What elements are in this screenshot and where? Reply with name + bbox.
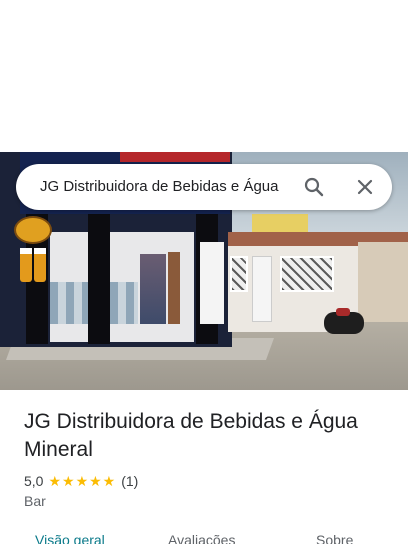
rating-value: 5,0 (24, 473, 44, 489)
tab-reviews[interactable]: Avaliações (168, 532, 235, 544)
rating-row[interactable]: 5,0 ★★★★★ (1) (24, 472, 138, 490)
star-rating-icon: ★★★★★ (48, 472, 117, 489)
review-count[interactable]: (1) (121, 473, 138, 489)
blank-top-area (0, 0, 408, 152)
beer-glass-icon (34, 248, 46, 282)
beer-glass-icon (20, 248, 32, 282)
logo-sign (14, 216, 52, 244)
close-icon[interactable] (353, 175, 377, 199)
place-title: JG Distribuidora de Bebidas e Água Miner… (24, 410, 358, 461)
tab-about[interactable]: Sobre (316, 532, 353, 544)
search-icon[interactable] (302, 175, 326, 199)
tab-bar: Visão geral Avaliações Sobre (0, 532, 408, 544)
tab-overview[interactable]: Visão geral (35, 532, 105, 544)
search-bar[interactable]: JG Distribuidora de Bebidas e Água (16, 164, 392, 210)
place-category[interactable]: Bar (24, 493, 46, 509)
search-input[interactable]: JG Distribuidora de Bebidas e Água (40, 178, 290, 195)
